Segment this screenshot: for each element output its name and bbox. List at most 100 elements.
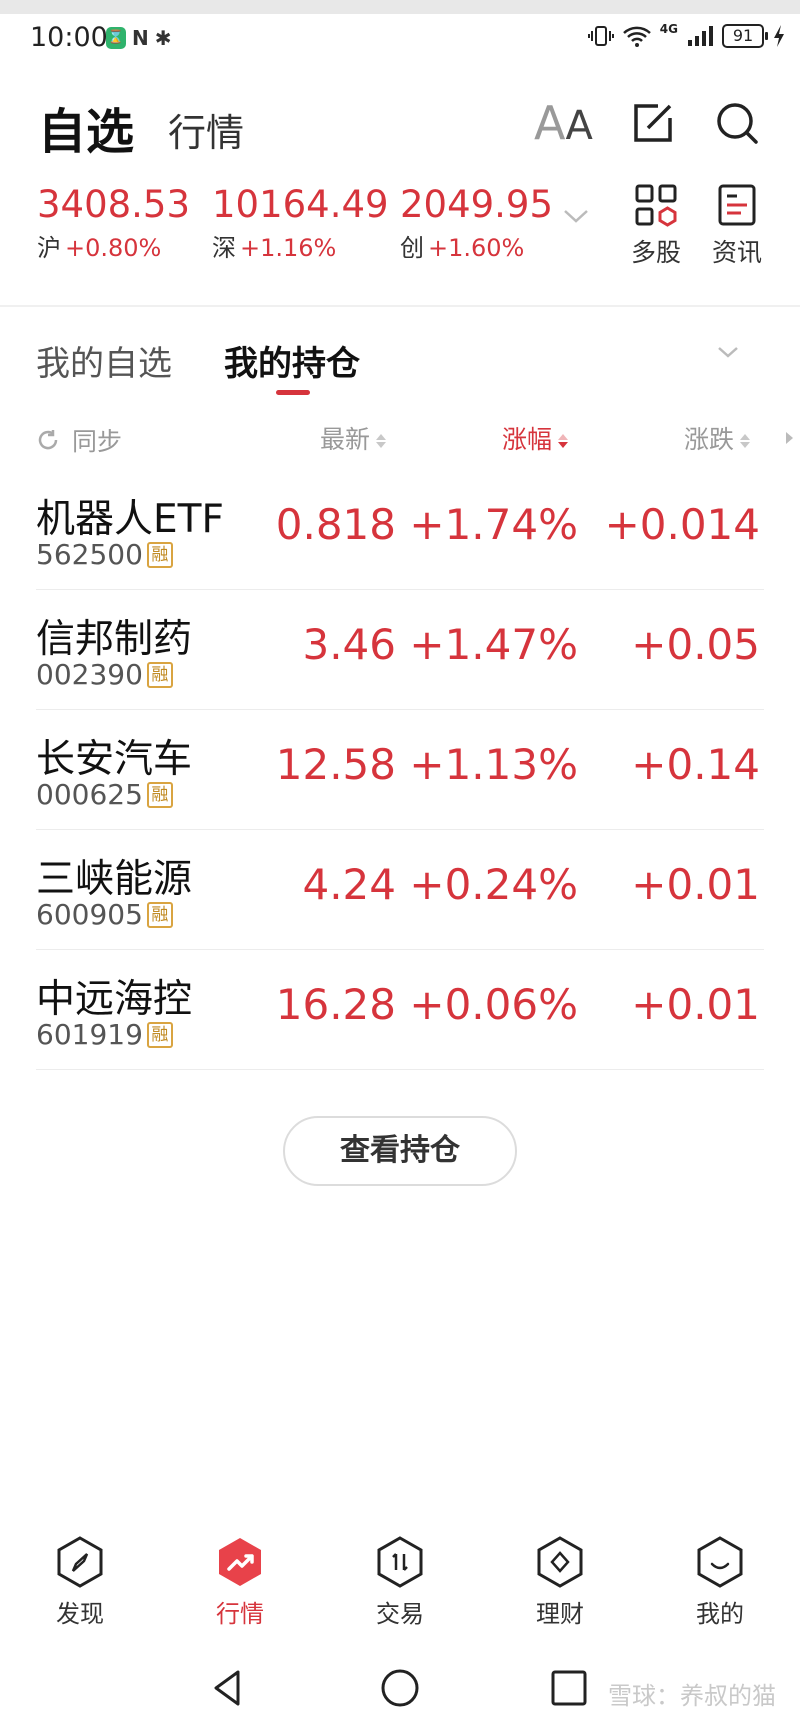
index-shanghai[interactable]: 3408.53 沪 +0.80% [37, 183, 190, 263]
stock-code: 601919 融 [36, 1018, 173, 1051]
charging-icon [774, 25, 784, 47]
stock-name: 长安汽车 [36, 737, 193, 782]
latest-price: 3.46 [302, 620, 396, 669]
margin-badge: 融 [146, 661, 173, 688]
page-title-watchlist[interactable]: 自选 [38, 92, 134, 162]
nfc-icon: N [132, 26, 149, 50]
index-change: 沪 +0.80% [37, 234, 162, 262]
news-icon [718, 184, 756, 226]
battery-indicator: 91 [722, 24, 768, 48]
change-amount: +0.014 [604, 500, 760, 549]
news-button[interactable]: 资讯 [707, 183, 767, 269]
change-pct: +0.06% [409, 980, 578, 1029]
sync-button[interactable]: 同步 [36, 420, 122, 460]
scroll-right-icon[interactable] [786, 432, 793, 444]
grid-icon [635, 184, 677, 227]
status-right-icons: 4G 91 [587, 22, 786, 48]
change-pct: +1.13% [409, 740, 578, 789]
stock-code: 000625 融 [36, 778, 173, 811]
stock-code: 002390 融 [36, 658, 173, 691]
tab-my-holdings[interactable]: 我的持仓 [224, 336, 360, 385]
stock-name: 机器人ETF [36, 497, 224, 542]
edit-icon[interactable] [628, 98, 678, 148]
page-title-market[interactable]: 行情 [168, 102, 244, 157]
header: 自选 行情 AA [0, 80, 800, 170]
change-amount: +0.05 [631, 620, 760, 669]
system-nav-bar: 雪球：养叔的猫 [0, 1654, 800, 1724]
nav-trade[interactable]: 交易 [350, 1536, 450, 1629]
watermark: 雪球：养叔的猫 [608, 1682, 776, 1710]
stock-name: 中远海控 [36, 977, 193, 1022]
home-icon[interactable] [378, 1666, 422, 1710]
network-type: 4G [659, 22, 678, 36]
wifi-icon [622, 26, 651, 47]
nav-profile[interactable]: 我的 [670, 1536, 770, 1629]
font-size-icon[interactable]: AA [534, 98, 593, 149]
change-amount: +0.01 [631, 860, 760, 909]
signal-icon [688, 26, 713, 46]
margin-badge: 融 [146, 541, 173, 568]
nav-label: 我的 [696, 1600, 744, 1628]
nav-label: 理财 [536, 1600, 584, 1628]
index-value: 2049.95 [400, 183, 554, 226]
status-bar: 10:00 ⌛ N ✱ 4G 91 [0, 14, 800, 64]
column-latest[interactable]: 最新 [320, 420, 387, 460]
index-value: 10164.49 [212, 183, 389, 226]
trend-icon [219, 1538, 261, 1586]
compass-icon [57, 1536, 103, 1588]
refresh-icon [38, 430, 58, 450]
change-pct: +1.47% [409, 620, 578, 669]
status-left-icons: ⌛ N ✱ [106, 26, 172, 50]
sort-icon [740, 432, 751, 450]
nav-market[interactable]: 行情 [190, 1536, 290, 1629]
multi-stock-label: 多股 [630, 238, 681, 267]
latest-price: 16.28 [275, 980, 396, 1029]
stock-name: 三峡能源 [36, 857, 193, 902]
chevron-down-icon[interactable] [716, 344, 740, 360]
view-holdings-button[interactable]: 查看持仓 [283, 1116, 517, 1186]
top-edge [0, 0, 800, 14]
app-notification-icon: ⌛ [106, 27, 126, 49]
margin-badge: 融 [146, 1021, 173, 1048]
index-change: 创 +1.60% [400, 234, 525, 262]
index-shenzhen[interactable]: 10164.49 深 +1.16% [212, 183, 389, 263]
table-row[interactable]: 长安汽车 000625 融 12.58 +1.13% +0.14 [0, 710, 800, 830]
change-amount: +0.14 [631, 740, 760, 789]
nav-wealth[interactable]: 理财 [510, 1536, 610, 1629]
table-row[interactable]: 信邦制药 002390 融 3.46 +1.47% +0.05 [0, 590, 800, 710]
wealth-icon [537, 1536, 583, 1588]
nav-label: 发现 [56, 1600, 104, 1628]
index-change: 深 +1.16% [212, 234, 337, 262]
column-change-pct[interactable]: 涨幅 [502, 420, 569, 460]
market-indices: 3408.53 沪 +0.80% 10164.49 深 +1.16% 2049.95… [0, 183, 800, 273]
table-row[interactable]: 机器人ETF 562500 融 0.818 +1.74% +0.014 [0, 470, 800, 590]
sort-icon [376, 432, 387, 450]
search-icon[interactable] [712, 98, 762, 148]
vibrate-icon [587, 26, 614, 46]
margin-badge: 融 [146, 901, 173, 928]
table-row[interactable]: 中远海控 601919 融 16.28 +0.06% +0.01 [0, 950, 800, 1070]
back-icon[interactable] [206, 1666, 250, 1710]
margin-badge: 融 [146, 781, 173, 808]
section-divider [0, 305, 800, 307]
latest-price: 0.818 [275, 500, 396, 549]
sync-label: 同步 [72, 427, 123, 456]
stock-name: 信邦制药 [36, 617, 193, 662]
chevron-down-icon[interactable] [562, 207, 590, 225]
nav-discover[interactable]: 发现 [30, 1536, 130, 1629]
change-pct: +1.74% [409, 500, 578, 549]
status-time: 10:00 [30, 22, 108, 53]
recents-icon[interactable] [547, 1666, 591, 1710]
table-row[interactable]: 三峡能源 600905 融 4.24 +0.24% +0.01 [0, 830, 800, 950]
holdings-list: 机器人ETF 562500 融 0.818 +1.74% +0.014 信邦制药 … [0, 470, 800, 1070]
column-change[interactable]: 涨跌 [684, 420, 751, 460]
latest-price: 12.58 [275, 740, 396, 789]
bluetooth-icon: ✱ [154, 26, 172, 50]
tab-my-watchlist[interactable]: 我的自选 [36, 336, 172, 385]
profile-icon [697, 1536, 743, 1588]
active-tab-indicator [276, 390, 310, 395]
trade-icon [377, 1536, 423, 1588]
nav-label: 行情 [216, 1600, 264, 1628]
index-chinext[interactable]: 2049.95 创 +1.60% [400, 183, 553, 263]
multi-stock-button[interactable]: 多股 [626, 183, 686, 269]
